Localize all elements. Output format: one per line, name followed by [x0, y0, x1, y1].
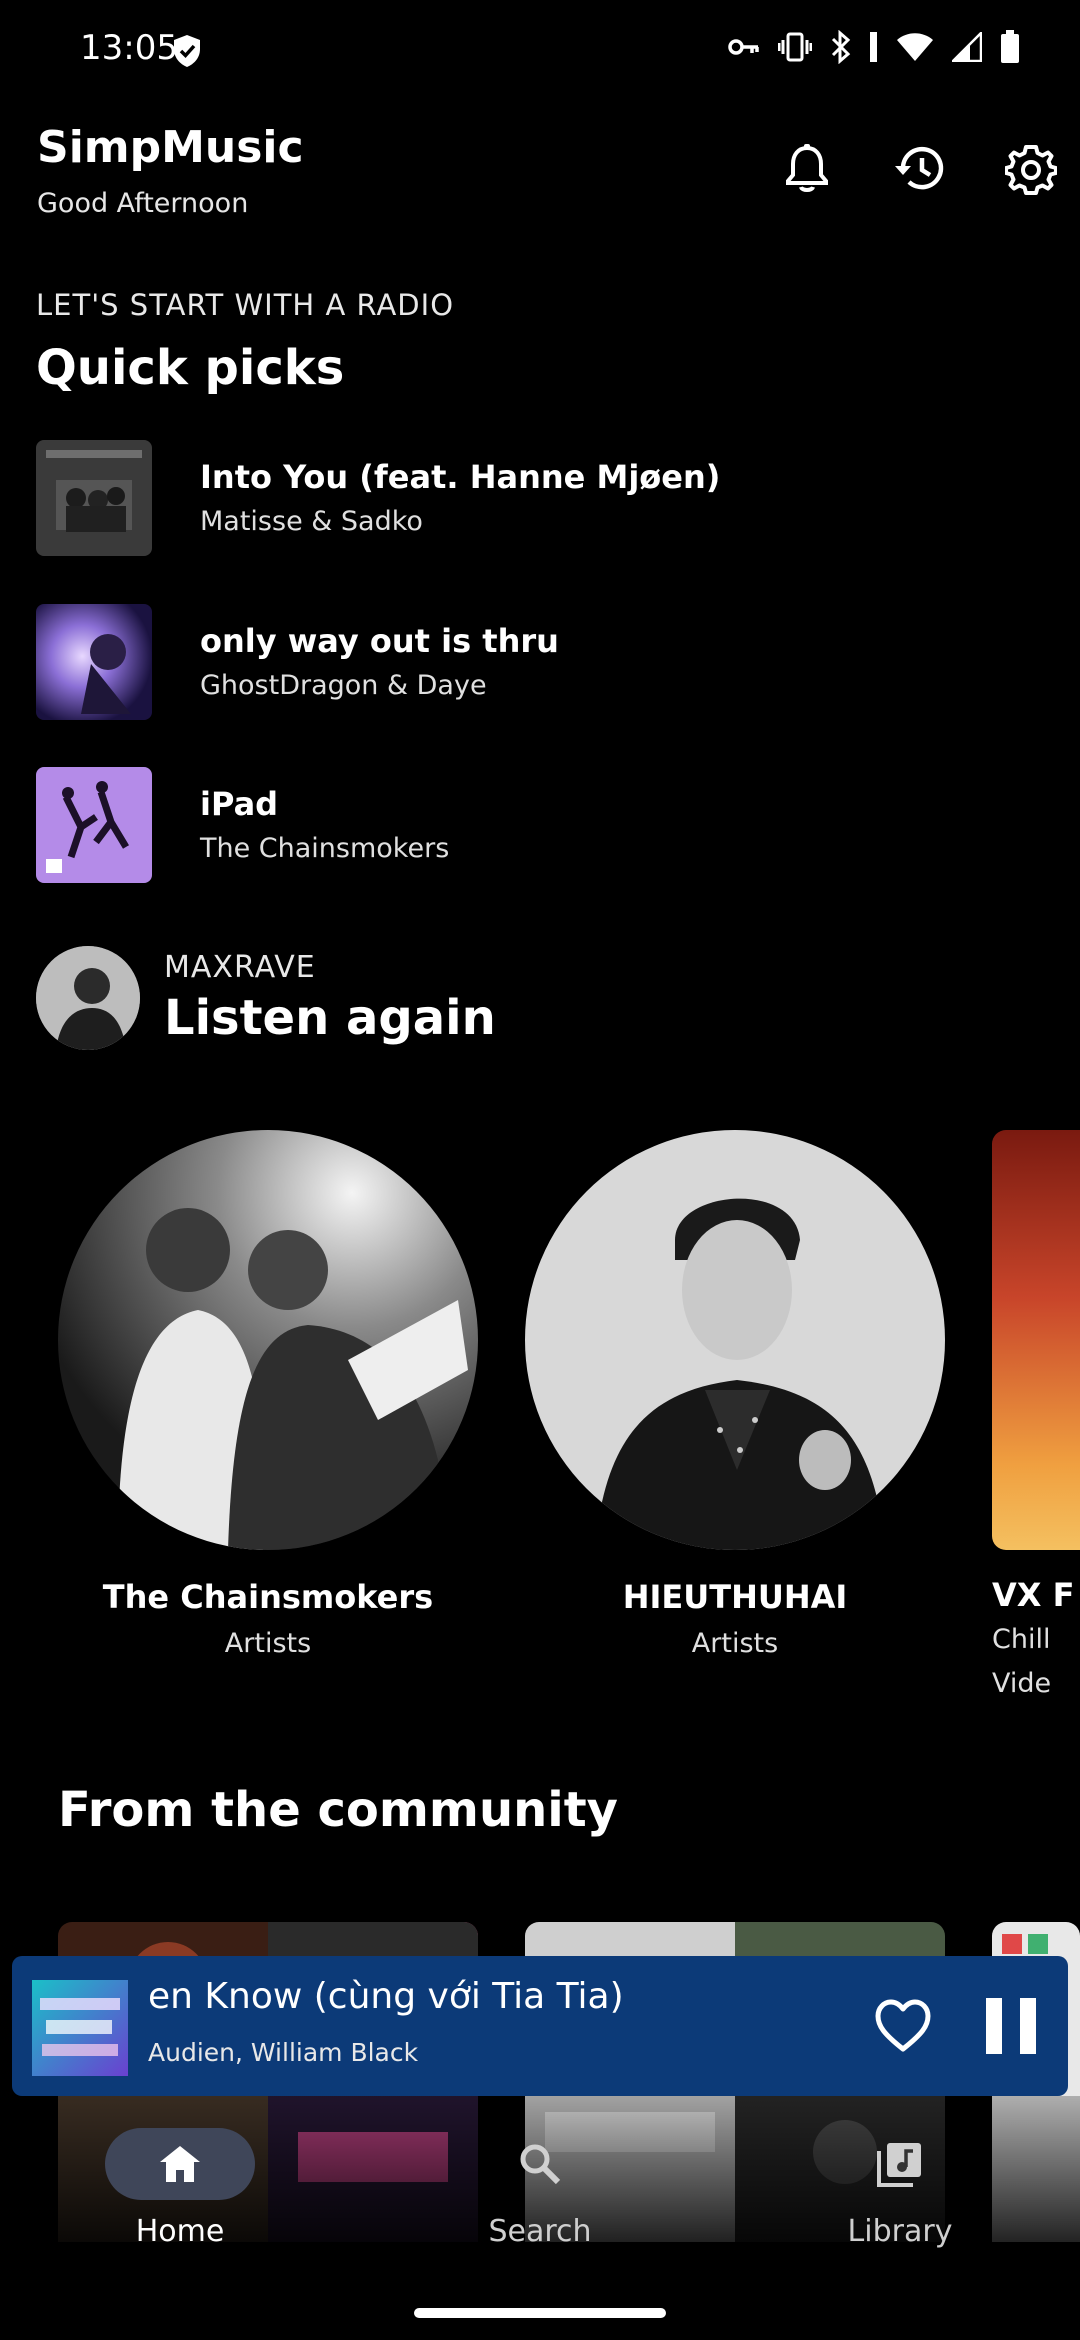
vpn-key-icon	[728, 37, 760, 57]
quick-pick-item[interactable]: only way out is thru GhostDragon & Daye	[36, 604, 1036, 722]
song-artwork	[36, 767, 152, 883]
quick-pick-item[interactable]: iPad The Chainsmokers	[36, 767, 1036, 885]
nav-home[interactable]: Home	[80, 2128, 280, 2249]
heart-icon	[875, 1999, 931, 2052]
artist-type: Artists	[224, 1628, 312, 1659]
pause-button[interactable]	[984, 1996, 1038, 2056]
song-title: Into You (feat. Hanne Mjøen)	[200, 458, 721, 496]
artist-card[interactable]: HIEUTHUHAI Artists	[525, 1130, 945, 1659]
greeting-text: Good Afternoon	[37, 188, 249, 219]
notifications-button[interactable]	[778, 140, 836, 198]
nav-library[interactable]: Library	[800, 2128, 1000, 2249]
nav-search-label: Search	[488, 2214, 592, 2249]
song-title: iPad	[200, 785, 279, 823]
artist-name: The Chainsmokers	[102, 1578, 434, 1616]
settings-button[interactable]	[1002, 140, 1060, 198]
vibrate-icon	[778, 31, 812, 63]
gesture-home-bar[interactable]	[414, 2308, 666, 2318]
bell-icon	[786, 144, 828, 192]
now-playing-title: en Know (cùng với Tia Tia)	[148, 1976, 624, 2017]
quick-picks-title: Quick picks	[36, 340, 345, 396]
community-title: From the community	[58, 1782, 618, 1838]
status-time: 13:05	[80, 28, 178, 68]
listen-again-title: Listen again	[164, 990, 496, 1046]
profile-avatar[interactable]	[36, 946, 140, 1050]
shield-icon	[172, 34, 202, 68]
status-bar: 13:05	[0, 0, 1080, 100]
nav-library-label: Library	[847, 2214, 953, 2249]
quick-pick-item[interactable]: Into You (feat. Hanne Mjøen) Matisse & S…	[36, 440, 1036, 558]
nav-home-label: Home	[135, 2214, 225, 2249]
nav-search[interactable]: Search	[440, 2128, 640, 2249]
artist-photo	[58, 1130, 478, 1550]
artist-type: Artists	[691, 1628, 779, 1659]
header-actions	[778, 140, 1060, 198]
artist-name: HIEUTHUHAI	[622, 1578, 848, 1616]
wifi-icon	[896, 32, 934, 62]
song-artist: Matisse & Sadko	[200, 506, 423, 537]
artist-card[interactable]: The Chainsmokers Artists	[58, 1130, 478, 1659]
nav-home-indicator	[105, 2128, 255, 2200]
pause-icon	[986, 1998, 1036, 2054]
status-icons	[728, 30, 1020, 64]
like-button[interactable]	[874, 1998, 932, 2054]
battery-icon	[1000, 30, 1020, 64]
battery-saver-bar	[870, 30, 878, 64]
mini-player[interactable]: en Know (cùng với Tia Tia) Audien, Willi…	[12, 1956, 1068, 2096]
song-artist: The Chainsmokers	[200, 833, 450, 864]
bluetooth-icon	[830, 30, 852, 64]
app-title: SimpMusic	[37, 122, 304, 173]
song-title: only way out is thru	[200, 622, 559, 660]
partial-card-subtitle: Chill	[992, 1624, 1051, 1655]
song-artist: GhostDragon & Daye	[200, 670, 487, 701]
search-icon	[520, 2144, 561, 2185]
song-artwork	[36, 440, 152, 556]
partial-card-subtitle-2: Vide	[992, 1668, 1052, 1699]
history-button[interactable]	[890, 140, 948, 198]
cell-signal-icon	[952, 32, 982, 62]
quick-picks-eyebrow: LET'S START WITH A RADIO	[36, 288, 455, 322]
partial-card-title: VX F	[992, 1576, 1075, 1614]
listen-again-eyebrow: MAXRAVE	[164, 950, 316, 985]
nav-search-indicator	[465, 2128, 615, 2200]
history-icon	[895, 146, 944, 190]
home-icon	[160, 2146, 200, 2182]
library-music-icon	[877, 2143, 921, 2187]
song-artwork	[36, 604, 152, 720]
now-playing-artwork	[32, 1980, 128, 2076]
artist-photo	[525, 1130, 945, 1550]
nav-library-indicator	[825, 2128, 975, 2200]
settings-icon	[1005, 145, 1057, 195]
partial-card-artwork[interactable]	[992, 1130, 1080, 1550]
now-playing-artists: Audien, William Black	[148, 2038, 419, 2067]
